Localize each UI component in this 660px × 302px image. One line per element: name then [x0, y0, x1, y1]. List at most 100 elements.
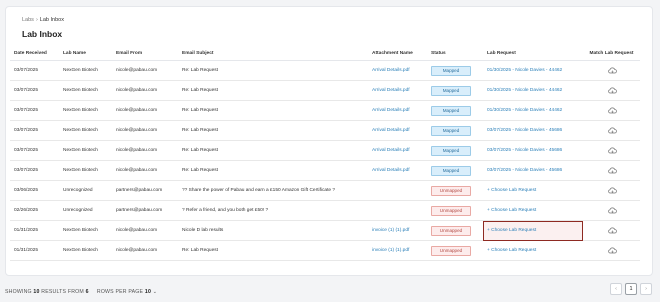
breadcrumb-separator: › [35, 17, 38, 23]
page-button[interactable]: 1 [625, 283, 637, 295]
cell-match [583, 120, 640, 141]
cell-status: Mapped [427, 80, 483, 101]
chevron-right-icon[interactable]: › [640, 283, 652, 295]
cell-lab-name: NexGen Biotech [59, 60, 112, 81]
lab-request-link[interactable]: 01/30/2025 - Nicole Davies - 44462 [487, 68, 562, 73]
cell-date-received: 03/07/2025 [10, 100, 59, 121]
status-badge: Mapped [431, 125, 471, 136]
cloud-sync-icon[interactable] [607, 147, 617, 153]
cell-lab-request: 03/07/2025 - Nicole Davies - 45686 [483, 160, 583, 181]
cloud-sync-icon[interactable] [607, 187, 617, 193]
cloud-sync-icon[interactable] [607, 67, 617, 73]
cell-status: Mapped [427, 160, 483, 181]
chevron-left-icon[interactable]: ‹ [610, 283, 622, 295]
cell-attachment: Arrival Details.pdf [368, 160, 427, 181]
page-title: Lab Inbox [22, 29, 63, 39]
cell-status: Mapped [427, 100, 483, 121]
table-row: 03/07/2025 NexGen Biotech nicole@pabau.com… [10, 60, 640, 81]
cell-date-received: 03/07/2025 [10, 120, 59, 141]
cell-email-subject: Nicole D lab results [178, 220, 368, 241]
cell-lab-request: 03/07/2025 - Nicole Davies - 45686 [483, 140, 583, 161]
lab-request-link[interactable]: 01/30/2025 - Nicole Davies - 44462 [487, 88, 562, 93]
table-row: 01/31/2025 NexGen Biotech nicole@pabau.com… [10, 240, 640, 261]
cell-lab-request: 01/30/2025 - Nicole Davies - 44462 [483, 60, 583, 81]
choose-lab-request-link[interactable]: + Choose Lab Request [487, 208, 536, 213]
cell-date-received: 02/26/2025 [10, 200, 59, 221]
cell-lab-name: NexGen Biotech [59, 120, 112, 141]
cell-match [583, 100, 640, 121]
lab-inbox-table: Date Received Lab Name Email From Email … [10, 46, 640, 261]
cell-date-received: 03/07/2025 [10, 140, 59, 161]
cell-email-from: nicole@pabau.com [112, 60, 178, 81]
cell-lab-name: NexGen Biotech [59, 100, 112, 121]
col-attachment-name[interactable]: Attachment Name [368, 46, 427, 61]
cloud-sync-icon[interactable] [607, 127, 617, 133]
cell-status: Unmapped [427, 220, 483, 241]
col-date-received[interactable]: Date Received [10, 46, 59, 61]
breadcrumb-labs[interactable]: Labs [22, 17, 34, 23]
cell-date-received: 03/06/2025 [10, 180, 59, 201]
cell-lab-request: + Choose Lab Request [483, 240, 583, 261]
cell-match [583, 200, 640, 221]
cell-email-from: nicole@pabau.com [112, 120, 178, 141]
table-row: 03/07/2025 NexGen Biotech nicole@pabau.com… [10, 160, 640, 181]
attachment-link[interactable]: Arrival Details.pdf [372, 128, 410, 133]
cell-email-from: nicole@pabau.com [112, 160, 178, 181]
cell-match [583, 60, 640, 81]
lab-request-link[interactable]: 03/07/2025 - Nicole Davies - 45686 [487, 128, 562, 133]
cell-email-subject: Re: Lab Request [178, 100, 368, 121]
cell-lab-request: 03/07/2025 - Nicole Davies - 45686 [483, 120, 583, 141]
cell-match [583, 240, 640, 261]
table-row: 03/07/2025 NexGen Biotech nicole@pabau.com… [10, 120, 640, 141]
cell-status: Mapped [427, 120, 483, 141]
cloud-sync-icon[interactable] [607, 87, 617, 93]
table-row: 03/07/2025 NexGen Biotech nicole@pabau.com… [10, 80, 640, 101]
attachment-link[interactable]: Arrival Details.pdf [372, 88, 410, 93]
cell-attachment: Arrival Details.pdf [368, 80, 427, 101]
cloud-sync-icon[interactable] [607, 227, 617, 233]
attachment-link[interactable]: invoice (1) (1).pdf [372, 228, 409, 233]
lab-request-link[interactable]: 03/07/2025 - Nicole Davies - 45686 [487, 168, 562, 173]
cell-status: Unmapped [427, 240, 483, 261]
cell-date-received: 03/07/2025 [10, 60, 59, 81]
table-row: 03/06/2025 Unrecognized partners@pabau.com… [10, 180, 640, 201]
cloud-sync-icon[interactable] [607, 207, 617, 213]
choose-lab-request-link[interactable]: + Choose Lab Request [487, 188, 536, 193]
status-badge: Mapped [431, 65, 471, 76]
rows-per-page-select[interactable]: 10 [145, 289, 151, 295]
attachment-link[interactable]: Arrival Details.pdf [372, 168, 410, 173]
col-email-from[interactable]: Email From [112, 46, 178, 61]
cell-email-subject: ? Refer a friend, and you both get £50! … [178, 200, 368, 221]
cell-match [583, 80, 640, 101]
attachment-link[interactable]: Arrival Details.pdf [372, 148, 410, 153]
cell-match [583, 180, 640, 201]
cell-date-received: 03/07/2025 [10, 80, 59, 101]
breadcrumb: Labs › Lab Inbox [22, 17, 64, 23]
status-badge: Unmapped [431, 245, 471, 256]
col-status[interactable]: Status [427, 46, 483, 61]
lab-request-link[interactable]: 03/07/2025 - Nicole Davies - 45686 [487, 148, 562, 153]
cell-status: Mapped [427, 140, 483, 161]
chevron-down-icon[interactable]: ⌄ [153, 289, 158, 295]
cloud-sync-icon[interactable] [607, 107, 617, 113]
cell-email-from: nicole@pabau.com [112, 240, 178, 261]
attachment-link[interactable]: Arrival Details.pdf [372, 68, 410, 73]
attachment-link[interactable]: invoice (1) (1).pdf [372, 248, 409, 253]
table-footer: SHOWING 10 RESULTS FROM 6 ROWS PER PAGE … [0, 280, 660, 302]
col-match-lab-request: Match Lab Request [583, 46, 640, 61]
status-badge: Mapped [431, 85, 471, 96]
choose-lab-request-link[interactable]: + Choose Lab Request [487, 248, 536, 253]
col-lab-request[interactable]: Lab Request [483, 46, 583, 61]
col-lab-name[interactable]: Lab Name [59, 46, 112, 61]
cell-lab-name: Unrecognized [59, 200, 112, 221]
cell-match [583, 160, 640, 181]
lab-request-link[interactable]: 01/30/2025 - Nicole Davies - 44462 [487, 108, 562, 113]
cell-lab-request: + Choose Lab Request [483, 220, 583, 241]
choose-lab-request-link[interactable]: + Choose Lab Request [487, 228, 536, 233]
cell-attachment [368, 180, 427, 201]
cloud-sync-icon[interactable] [607, 167, 617, 173]
col-email-subject[interactable]: Email Subject [178, 46, 368, 61]
attachment-link[interactable]: Arrival Details.pdf [372, 108, 410, 113]
cloud-sync-icon[interactable] [607, 247, 617, 253]
showing-count: 10 [33, 289, 40, 295]
